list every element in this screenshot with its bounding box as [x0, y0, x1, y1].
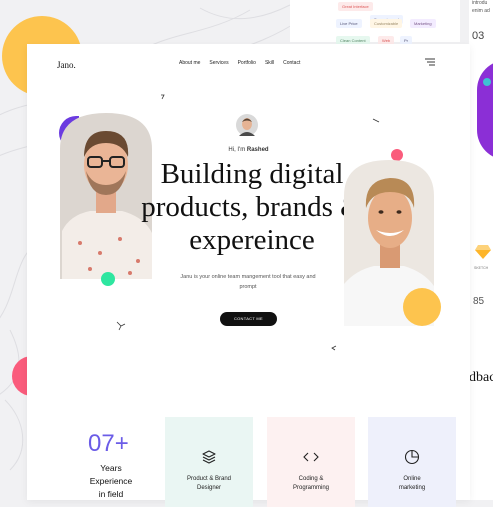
right-panel-percent: 85: [473, 296, 485, 307]
purple-shape: [477, 60, 493, 160]
hero-description: Janu is your online team mangement tool …: [180, 274, 316, 290]
contact-me-button[interactable]: CONTACT ME: [220, 312, 277, 326]
right-panel-text: introdu: [472, 0, 488, 6]
nav-portfolio[interactable]: Portfolio: [238, 60, 256, 66]
experience-number: 07+: [88, 430, 129, 457]
decor-mark: [116, 321, 126, 331]
blue-dot: [483, 78, 491, 86]
main-nav: About me Services Portfolio Skill Contac…: [179, 60, 300, 66]
tag: Great Interface: [338, 2, 373, 11]
right-panel-heading: dbac: [469, 370, 493, 385]
nav-skill[interactable]: Skill: [265, 60, 274, 66]
main-page: Jano. About me Services Portfolio Skill …: [27, 44, 470, 507]
service-card-marketing[interactable]: Online marketing: [368, 417, 456, 507]
background-right-panel: introdu enim ad 03 SKETCH 85 dbac: [469, 0, 493, 500]
sketch-icon: [475, 245, 491, 259]
nav-contact[interactable]: Contact: [283, 60, 300, 66]
tag: Marketing: [410, 19, 436, 28]
service-label: Online marketing: [398, 476, 426, 491]
decor-mark: [331, 345, 337, 351]
nav-about[interactable]: About me: [179, 60, 200, 66]
decor-mark: [161, 94, 165, 100]
service-card-design[interactable]: Product & Brand Designer: [165, 417, 253, 507]
yellow-circle: [403, 288, 441, 326]
pie-chart-icon: [404, 449, 420, 465]
service-label: Coding & Programming: [292, 476, 329, 491]
background-card: Great Interface Supersimmed Live Price C…: [290, 0, 460, 45]
tag: Customizable: [370, 19, 403, 28]
menu-icon[interactable]: [425, 58, 435, 66]
logo[interactable]: Jano.: [57, 60, 76, 70]
right-panel-number: 03: [472, 30, 485, 42]
service-label: Product & Brand Designer: [186, 476, 232, 491]
code-icon: [303, 452, 319, 462]
experience-label: Years Experience in field: [89, 463, 133, 499]
right-panel-text: enim ad: [472, 8, 490, 14]
sketch-label: SKETCH: [474, 266, 489, 270]
decor-mark: [372, 118, 380, 123]
service-card-coding[interactable]: Coding & Programming: [267, 417, 355, 507]
green-dot: [101, 272, 115, 286]
layers-icon: [202, 450, 216, 464]
nav-services[interactable]: Services: [209, 60, 228, 66]
avatar: [236, 114, 258, 136]
tag: Live Price: [336, 19, 362, 28]
